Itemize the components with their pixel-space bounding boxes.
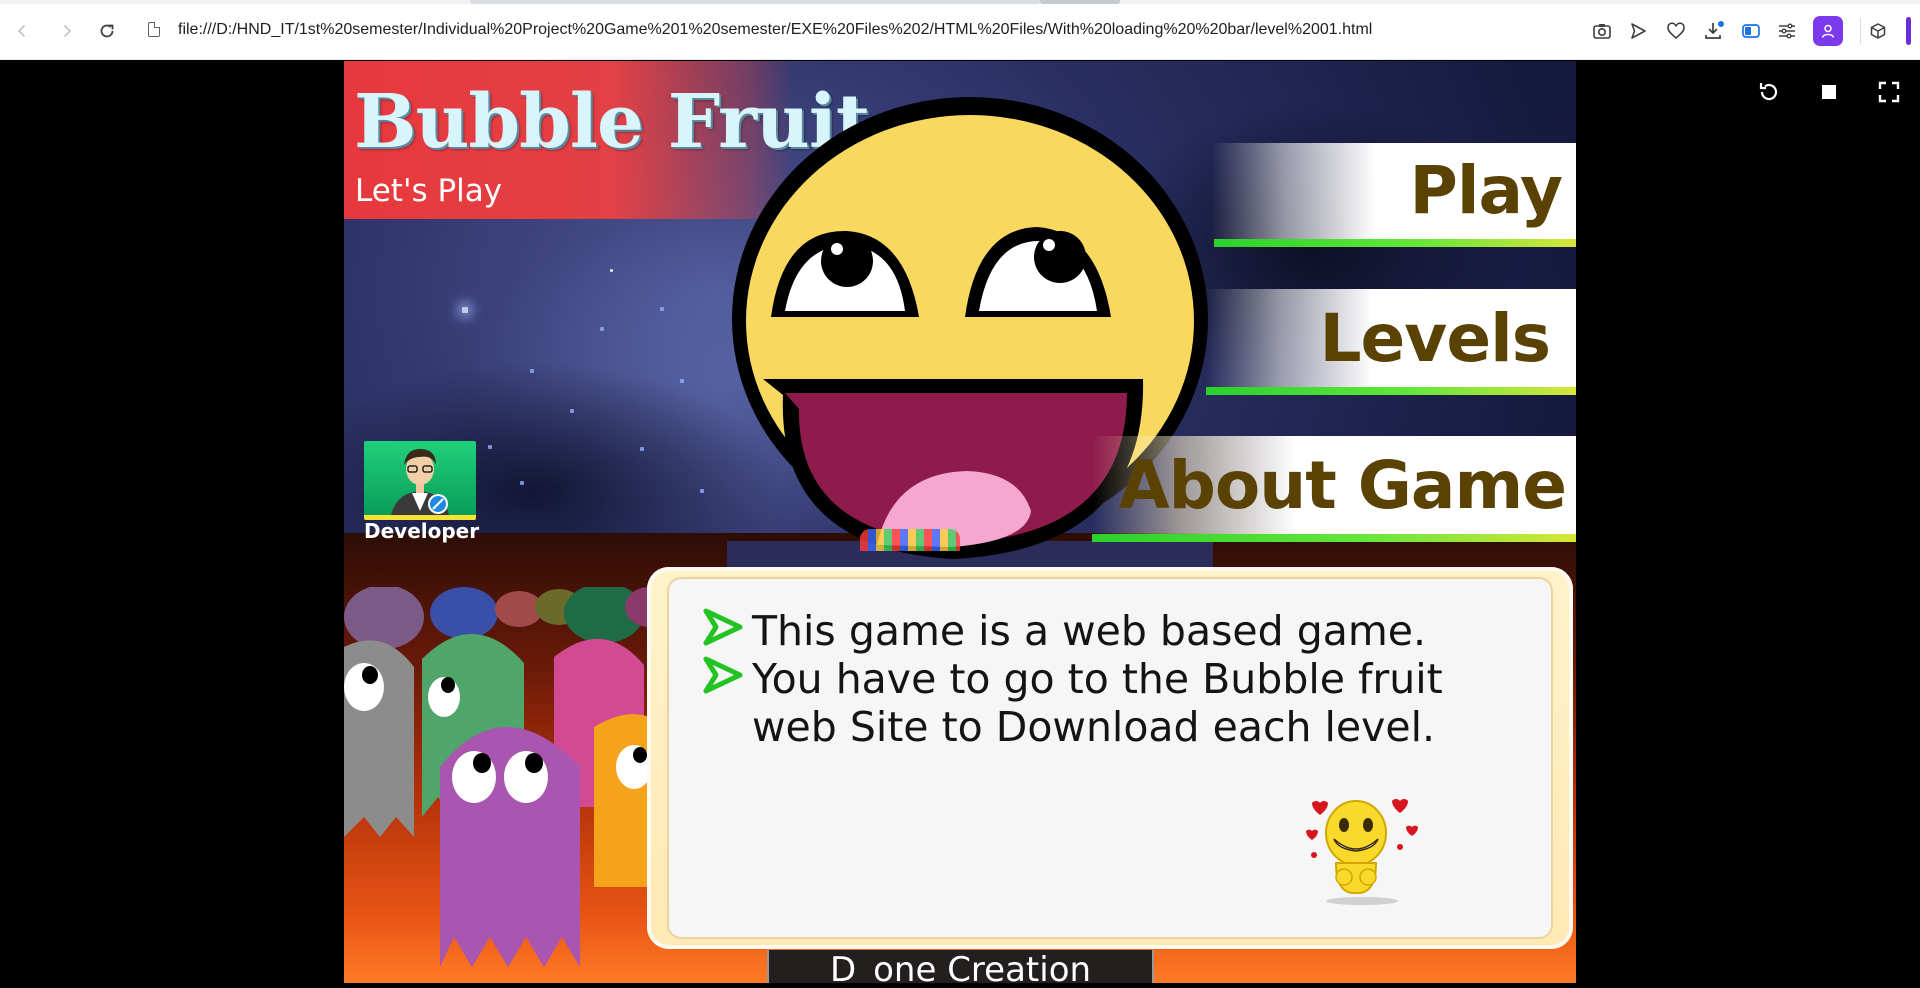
tab-strip (0, 0, 1920, 4)
play-label: Play (1409, 152, 1563, 229)
camera-icon[interactable] (1590, 19, 1614, 43)
url-text[interactable]: file:///D:/HND_IT/1st%20semester/Individ… (178, 21, 1372, 39)
file-icon (148, 22, 160, 37)
address-bar[interactable]: file:///D:/HND_IT/1st%20semester/Individ… (138, 12, 1450, 48)
levels-label: Levels (1319, 300, 1551, 377)
smiley-hearts-image (1306, 799, 1418, 905)
developer-button[interactable] (364, 441, 476, 520)
footer-text: D_one Creation (829, 950, 1092, 983)
back-icon[interactable] (8, 17, 36, 45)
send-icon[interactable] (1626, 19, 1650, 43)
play-button[interactable]: Play (1211, 143, 1576, 247)
game-canvas: Bubble Fruit Let's Play Play Levels Abou… (344, 61, 1576, 983)
extension-icon[interactable] (1866, 19, 1890, 43)
restart-icon[interactable] (1754, 78, 1782, 106)
arrow-bullet-icon (703, 656, 743, 694)
reload-icon[interactable] (93, 17, 121, 45)
browser-toolbar: file:///D:/HND_IT/1st%20semester/Individ… (0, 0, 1920, 60)
game-subtitle: Let's Play (355, 173, 503, 209)
developer-avatar-icon (390, 449, 450, 520)
arrow-bullet-icon (703, 608, 743, 646)
about-point-text: You have to go to the Bubble fruit web S… (752, 655, 1443, 751)
about-point: This game is a web based game. (702, 607, 1512, 655)
sidebar-icon[interactable] (1739, 19, 1763, 43)
tabs-icon[interactable] (1775, 19, 1799, 43)
download-icon[interactable] (1702, 19, 1726, 43)
about-game-button[interactable]: About Game (1092, 436, 1576, 542)
about-point: You have to go to the Bubble fruit web S… (702, 655, 1512, 751)
stop-icon[interactable] (1815, 78, 1843, 106)
about-game-label: About Game (1118, 447, 1567, 524)
about-point-text: This game is a web based game. (752, 607, 1427, 655)
bubble-pile-image (860, 529, 960, 551)
profile-icon[interactable] (1813, 16, 1843, 46)
levels-button[interactable]: Levels (1206, 289, 1576, 395)
fullscreen-icon[interactable] (1875, 78, 1903, 106)
footer-bar: D_one Creation (767, 950, 1154, 983)
developer-label: Developer (364, 519, 480, 543)
ghost-crowd-image (344, 587, 664, 967)
forward-icon[interactable] (53, 17, 81, 45)
scroll-indicator (1906, 17, 1911, 45)
toolbar-separator (1860, 18, 1861, 44)
heart-icon[interactable] (1664, 19, 1688, 43)
